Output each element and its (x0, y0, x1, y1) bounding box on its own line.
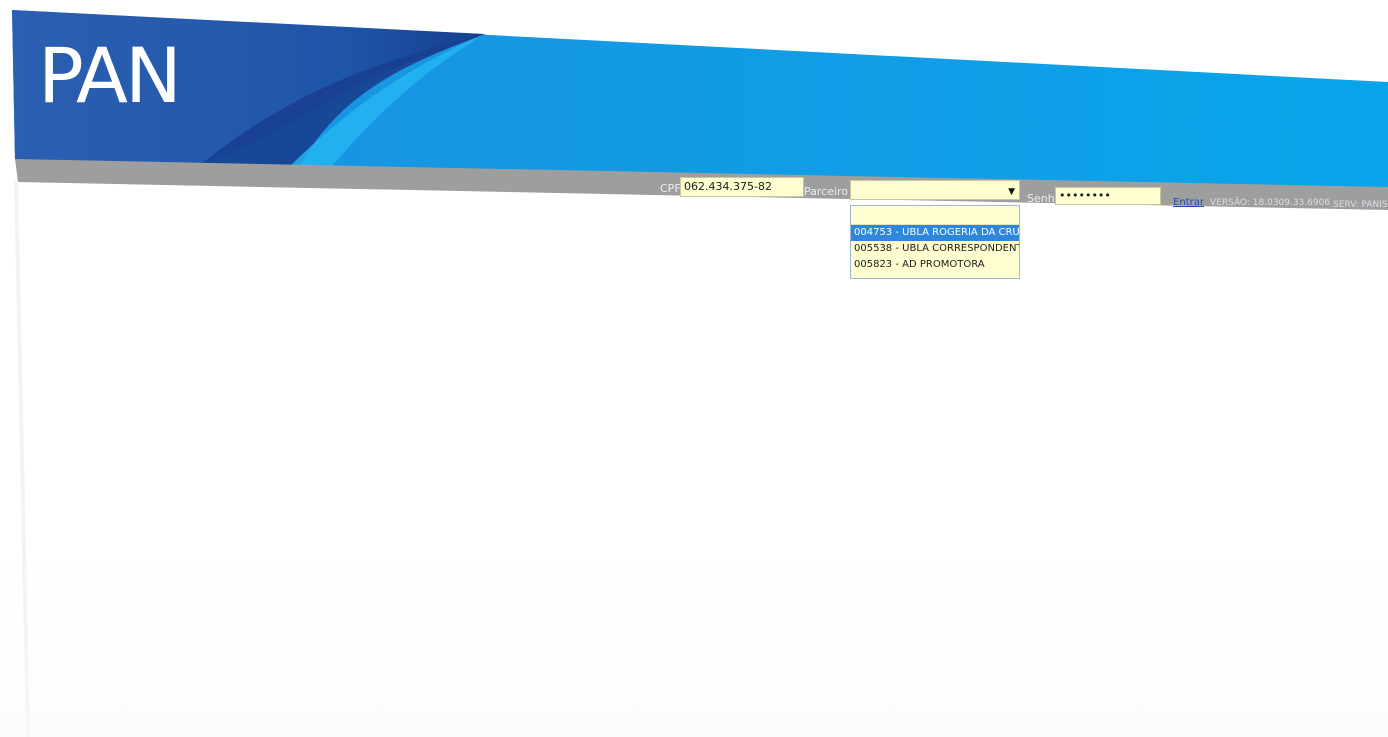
enter-link[interactable]: Entrar (1173, 197, 1204, 208)
login-page: PAN CPF 062.434.375-82 Parceiro ▼ Senha … (0, 0, 1388, 737)
partner-dropdown-list[interactable]: 004753 - UBLA ROGERIA DA CRUZ 005538 - U… (850, 205, 1020, 279)
cpf-input[interactable]: 062.434.375-82 (680, 177, 804, 197)
chevron-down-icon[interactable]: ▼ (1008, 183, 1015, 199)
dropdown-option[interactable]: 005538 - UBLA CORRESPONDENTE (851, 241, 1019, 257)
pan-logo: PAN (38, 31, 182, 120)
partner-label: Parceiro (804, 185, 849, 198)
password-input[interactable]: •••••••• (1055, 187, 1161, 205)
dropdown-option[interactable]: 004753 - UBLA ROGERIA DA CRUZ (851, 225, 1019, 241)
cpf-label: CPF (660, 182, 681, 195)
server-text: SERV: PANIS25 (1333, 200, 1388, 210)
blank-content-area (0, 540, 1388, 737)
version-text: VERSÃO: 18.0309.33.6906 (1210, 198, 1331, 208)
dropdown-empty-option[interactable] (851, 206, 1019, 225)
partner-select[interactable]: ▼ (850, 180, 1020, 200)
dropdown-option[interactable]: 005823 - AD PROMOTORA (851, 257, 1019, 273)
